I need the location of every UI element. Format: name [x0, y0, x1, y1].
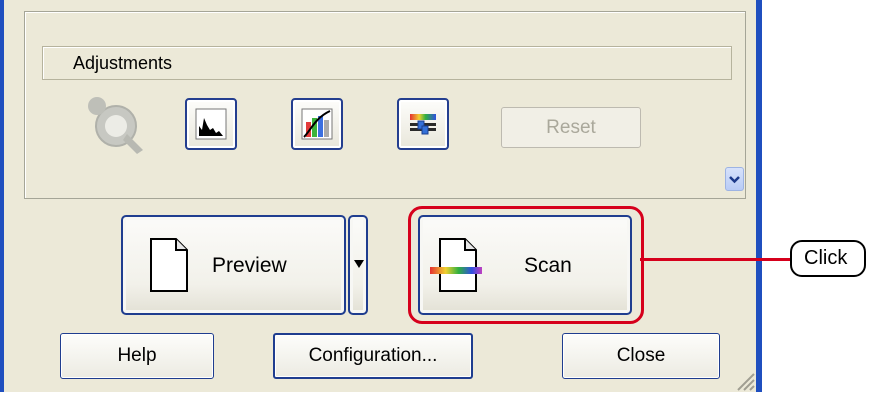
color-palette-button[interactable] — [397, 98, 449, 150]
resize-grip-icon[interactable] — [734, 370, 756, 392]
click-callout: Click — [790, 240, 866, 277]
auto-exposure-icon[interactable] — [81, 92, 151, 158]
scan-highlight — [408, 206, 644, 324]
configuration-button[interactable]: Configuration... — [273, 333, 473, 379]
document-icon — [150, 238, 188, 292]
adjustments-panel: Adjustments Reset — [24, 11, 746, 199]
preview-label: Preview — [212, 254, 287, 277]
preview-button[interactable]: Preview — [121, 215, 346, 315]
chevron-down-icon — [729, 176, 740, 184]
scroll-down-button[interactable] — [725, 167, 744, 191]
histogram-icon — [195, 108, 227, 140]
histogram-button[interactable] — [185, 98, 237, 150]
adjustments-title: Adjustments — [73, 53, 173, 73]
color-palette-icon — [410, 114, 436, 135]
help-button[interactable]: Help — [60, 333, 214, 379]
preview-dropdown-button[interactable] — [348, 215, 368, 315]
tone-curve-icon — [301, 108, 333, 140]
reset-button[interactable]: Reset — [501, 107, 641, 148]
adjustments-header: Adjustments — [42, 46, 732, 80]
dropdown-arrow-icon — [354, 260, 364, 268]
scan-window: Adjustments Reset Preview Scan Help Conf… — [0, 0, 762, 397]
tone-curve-button[interactable] — [291, 98, 343, 150]
callout-line — [640, 258, 792, 261]
close-button[interactable]: Close — [562, 333, 720, 379]
